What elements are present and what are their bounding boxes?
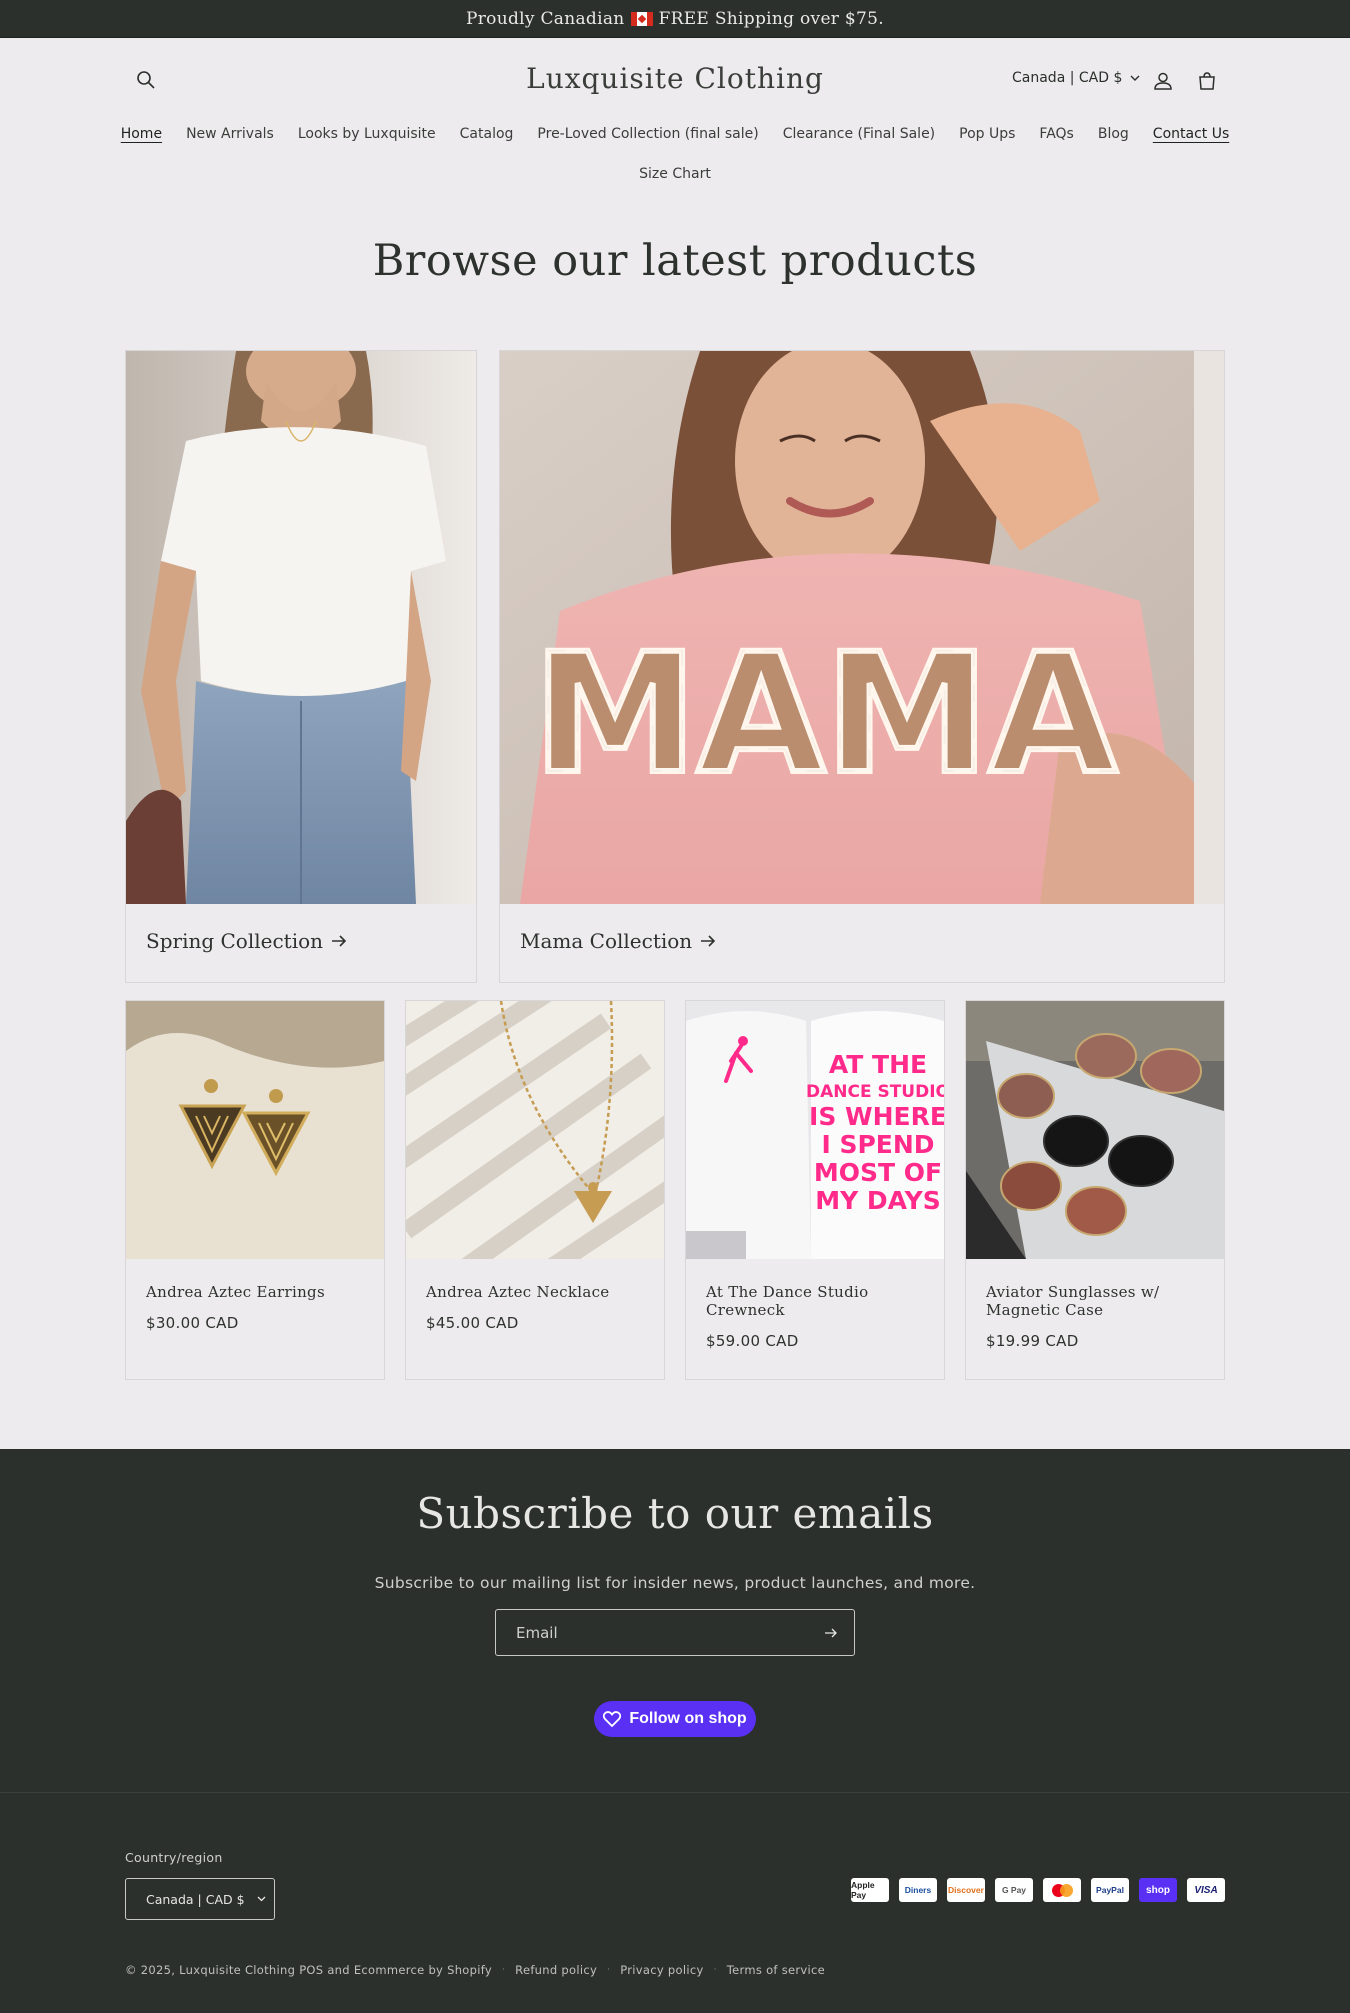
collection-label: Spring Collection <box>146 929 324 953</box>
google-pay-icon: G Pay <box>995 1878 1033 1902</box>
product-price: $30.00 CAD <box>146 1314 239 1332</box>
product-name: At The Dance Studio Crewneck <box>706 1283 869 1319</box>
chevron-down-icon <box>257 1896 266 1902</box>
collection-link-mama[interactable]: Mama Collection <box>520 929 716 953</box>
main-nav: Home New Arrivals Looks by Luxquisite Catal… <box>0 38 1350 182</box>
product-image-earrings <box>126 1001 384 1259</box>
privacy-policy-link[interactable]: Privacy policy <box>620 1963 703 1977</box>
collection-card-spring[interactable]: Spring Collection <box>125 350 477 983</box>
collection-card-mama[interactable]: MAMA MAMA Mama Collection <box>499 350 1225 983</box>
refund-policy-link[interactable]: Refund policy <box>515 1963 597 1977</box>
shop-pay-icon: shop <box>1139 1878 1177 1902</box>
crewneck-print-line: MOST OF <box>814 1158 942 1187</box>
store-link[interactable]: Luxquisite Clothing <box>179 1963 295 1977</box>
country-region-value: Canada | CAD $ <box>146 1891 245 1907</box>
payment-icons: Apple Pay Diners Discover G Pay PayPal s… <box>851 1878 1225 1902</box>
arrow-right-icon <box>825 1628 837 1638</box>
product-price: $19.99 CAD <box>986 1332 1079 1350</box>
svg-text:MAMA: MAMA <box>533 618 1117 810</box>
product-image-necklace <box>406 1001 664 1259</box>
product-image-crewneck: AT THE DANCE STUDIO IS WHERE I SPEND MOS… <box>686 1001 944 1259</box>
section-title: Browse our latest products <box>372 236 978 286</box>
collection-link-spring[interactable]: Spring Collection <box>146 929 347 953</box>
visa-icon: VISA <box>1187 1878 1225 1902</box>
product-image-sunglasses <box>966 1001 1224 1259</box>
crewneck-print-line: AT THE <box>829 1050 927 1079</box>
newsletter-title: Subscribe to our emails <box>416 1489 934 1538</box>
newsletter-section: Subscribe to our emails Subscribe to our… <box>0 1449 1350 1792</box>
nav-item-blog[interactable]: Blog <box>1086 126 1141 142</box>
nav-item-size-chart[interactable]: Size Chart <box>627 166 723 182</box>
footer: Country/region Canada | CAD $ Apple Pay … <box>0 1792 1350 2013</box>
announcement-text-end: FREE Shipping over $75. <box>658 8 884 29</box>
email-form <box>495 1609 855 1656</box>
mama-collection-image: MAMA MAMA <box>500 351 1224 904</box>
copyright: © 2025, <box>125 1963 176 1977</box>
canada-flag-icon <box>630 11 653 26</box>
paypal-icon: PayPal <box>1091 1878 1129 1902</box>
follow-label: Follow on shop <box>629 1710 747 1727</box>
nav-item-looks-by-luxquisite[interactable]: Looks by Luxquisite <box>286 126 448 142</box>
newsletter-text: Subscribe to our mailing list for inside… <box>374 1574 976 1592</box>
product-card[interactable]: AT THE DANCE STUDIO IS WHERE I SPEND MOS… <box>685 1000 945 1380</box>
follow-on-shop-button[interactable]: Follow on shop <box>594 1701 756 1737</box>
spring-collection-image <box>126 351 476 904</box>
nav-item-pop-ups[interactable]: Pop Ups <box>947 126 1027 142</box>
discover-icon: Discover <box>947 1878 985 1902</box>
heart-icon <box>603 1711 622 1727</box>
email-field[interactable] <box>496 1610 796 1655</box>
crewneck-print-line: MY DAYS <box>815 1186 941 1215</box>
collection-grid: Spring Collection MAMA MAMA Mama Collect… <box>125 350 1225 983</box>
product-name: Aviator Sunglasses w/ Magnetic Case <box>986 1283 1160 1319</box>
product-price: $59.00 CAD <box>706 1332 799 1350</box>
apple-pay-icon: Apple Pay <box>851 1878 889 1902</box>
country-region-label: Country/region <box>125 1850 223 1865</box>
crewneck-print-line: I SPEND <box>821 1130 934 1159</box>
crewneck-print-line: DANCE STUDIO <box>806 1082 944 1102</box>
nav-item-pre-loved-collection-final-sale[interactable]: Pre-Loved Collection (final sale) <box>525 126 770 142</box>
crewneck-print-line: IS WHERE <box>809 1102 944 1131</box>
arrow-right-icon <box>332 935 347 947</box>
announcement-text-start: Proudly Canadian <box>466 8 625 29</box>
terms-of-service-link[interactable]: Terms of service <box>727 1963 825 1977</box>
product-name: Andrea Aztec Necklace <box>426 1283 610 1301</box>
product-card[interactable]: Andrea Aztec Necklace $45.00 CAD <box>405 1000 665 1380</box>
country-region-selector[interactable]: Canada | CAD $ <box>125 1878 275 1920</box>
product-card[interactable]: Andrea Aztec Earrings $30.00 CAD <box>125 1000 385 1380</box>
nav-item-catalog[interactable]: Catalog <box>448 126 526 142</box>
site-header: Luxquisite Clothing Canada | CAD $ Home N… <box>0 38 1350 182</box>
legal-links: © 2025, Luxquisite Clothing POS and Ecom… <box>125 1963 826 1977</box>
announcement-bar: Proudly Canadian FREE Shipping over $75. <box>0 0 1350 38</box>
subscribe-button[interactable] <box>820 1622 842 1644</box>
nav-item-contact-us[interactable]: Contact Us <box>1141 126 1241 142</box>
nav-item-home[interactable]: Home <box>109 126 174 142</box>
product-card[interactable]: Aviator Sunglasses w/ Magnetic Case $19.… <box>965 1000 1225 1380</box>
arrow-right-icon <box>701 935 716 947</box>
powered-by-link[interactable]: POS and Ecommerce by Shopify <box>299 1963 492 1977</box>
nav-item-clearance-final-sale[interactable]: Clearance (Final Sale) <box>771 126 947 142</box>
mastercard-icon <box>1043 1878 1081 1902</box>
collection-label: Mama Collection <box>520 929 693 953</box>
product-name: Andrea Aztec Earrings <box>146 1283 325 1301</box>
nav-item-faqs[interactable]: FAQs <box>1027 126 1085 142</box>
diners-club-icon: Diners <box>899 1878 937 1902</box>
product-price: $45.00 CAD <box>426 1314 519 1332</box>
nav-item-new-arrivals[interactable]: New Arrivals <box>174 126 286 142</box>
